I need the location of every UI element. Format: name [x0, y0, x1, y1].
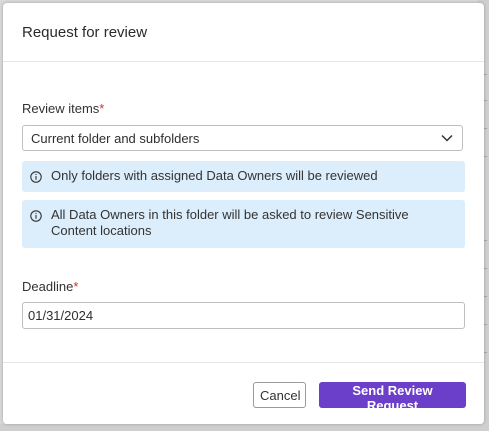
dialog-body: Review items* Current folder and subfold… — [3, 62, 484, 363]
backdrop-bottom — [0, 424, 489, 431]
info-message-text: Only folders with assigned Data Owners w… — [51, 168, 378, 183]
review-request-dialog: Request for review Review items* Current… — [3, 3, 484, 424]
review-items-selected-value: Current folder and subfolders — [31, 130, 200, 146]
review-items-label-text: Review items — [22, 101, 100, 116]
info-message-text: All Data Owners in this folder will be a… — [51, 207, 409, 238]
required-marker: * — [99, 101, 105, 116]
info-message: All Data Owners in this folder will be a… — [22, 200, 465, 248]
send-review-request-button[interactable]: Send Review Request — [319, 382, 466, 413]
info-message: Only folders with assigned Data Owners w… — [22, 161, 465, 192]
required-marker: * — [73, 279, 79, 294]
review-items-label: Review items* — [22, 101, 104, 116]
dialog-footer: Cancel Send Review Request — [3, 362, 484, 424]
cancel-button[interactable]: Cancel — [253, 382, 306, 408]
deadline-label: Deadline* — [22, 279, 78, 294]
deadline-date-input[interactable] — [22, 302, 465, 329]
dialog-header: Request for review — [3, 3, 484, 62]
chevron-down-icon — [440, 131, 454, 145]
info-icon — [30, 209, 42, 222]
info-icon — [30, 170, 42, 183]
dialog-title: Request for review — [22, 23, 148, 41]
review-items-select[interactable]: Current folder and subfolders — [22, 125, 463, 151]
deadline-label-text: Deadline — [22, 279, 74, 294]
